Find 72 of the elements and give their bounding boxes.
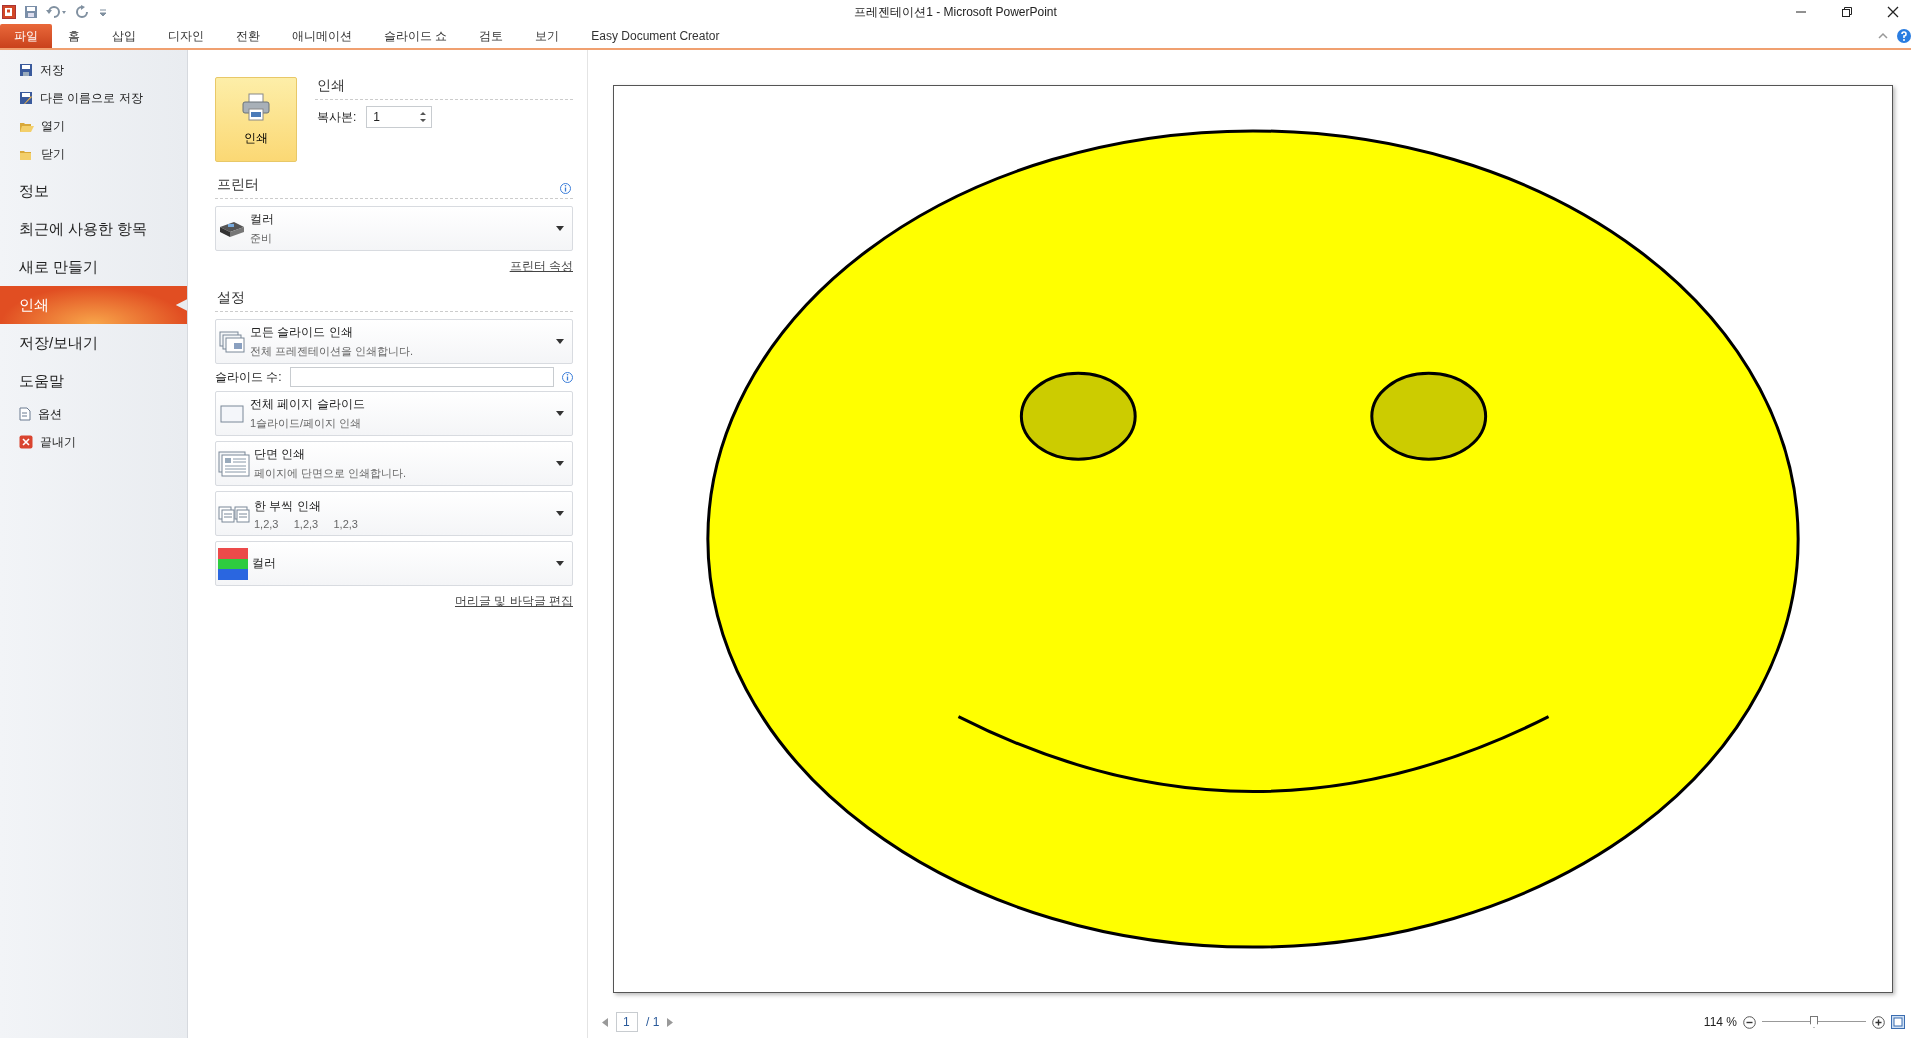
backstage-tab[interactable]: 정보 bbox=[0, 172, 187, 210]
close-icon[interactable] bbox=[1887, 6, 1899, 18]
slides-field[interactable] bbox=[289, 367, 554, 387]
ribbon-tab[interactable]: 검토 bbox=[463, 24, 520, 48]
section-heading: 프린터 bbox=[217, 176, 259, 194]
printer-icon bbox=[241, 92, 271, 122]
ribbon-tab[interactable]: 삽입 bbox=[96, 24, 152, 48]
zoom-in-icon[interactable] bbox=[1872, 1015, 1885, 1029]
page-total: / 1 bbox=[646, 1015, 660, 1029]
copies-label: 복사본: bbox=[317, 108, 357, 126]
ribbon-tab[interactable]: 애니메이션 bbox=[276, 24, 368, 48]
ribbon-tab[interactable]: 디자인 bbox=[152, 24, 220, 48]
ribbon-tab[interactable]: 파일 bbox=[0, 24, 52, 48]
menu-command[interactable]: 끝내기 bbox=[0, 428, 187, 456]
zoom-thumb[interactable] bbox=[1810, 1016, 1818, 1028]
print-button[interactable]: 인쇄 bbox=[215, 77, 297, 162]
restore-icon[interactable] bbox=[1841, 6, 1853, 18]
caret-icon bbox=[556, 339, 564, 344]
previous-page-icon[interactable] bbox=[602, 1017, 608, 1027]
backstage-tab[interactable]: 저장/보내기 bbox=[0, 324, 187, 362]
help-icon[interactable] bbox=[1897, 29, 1911, 43]
pages-icon bbox=[218, 450, 250, 477]
fit-to-window-icon[interactable] bbox=[1891, 1015, 1905, 1029]
settings-dropdown[interactable]: 단면 인쇄 페이지에 단면으로 인쇄합니다. bbox=[215, 441, 573, 486]
ribbon-tab[interactable]: 홈 bbox=[52, 24, 96, 48]
save-icon[interactable] bbox=[24, 5, 38, 19]
caret-icon bbox=[556, 411, 564, 416]
menu-command[interactable]: 닫기 bbox=[0, 140, 187, 168]
slides-stack-icon bbox=[218, 329, 246, 354]
zoom-out-icon[interactable] bbox=[1743, 1015, 1756, 1029]
backstage-tab[interactable]: 최근에 사용한 항목 bbox=[0, 210, 187, 248]
caret-icon bbox=[556, 511, 564, 516]
settings-dropdown[interactable]: 모든 슬라이드 인쇄 전체 프레젠테이션을 인쇄합니다. bbox=[215, 319, 573, 364]
page-number-field[interactable]: 1 bbox=[616, 1012, 638, 1032]
menu-command[interactable]: 저장 bbox=[0, 56, 187, 84]
copies-field[interactable]: 1 bbox=[366, 106, 433, 128]
spinner-icon[interactable] bbox=[419, 110, 428, 124]
collapse-ribbon-icon[interactable] bbox=[1877, 31, 1889, 41]
menu-command[interactable]: 열기 bbox=[0, 112, 187, 140]
settings-dropdown[interactable]: 전체 페이지 슬라이드 1슬라이드/페이지 인쇄 bbox=[215, 391, 573, 436]
floppy-pencil-icon bbox=[19, 91, 33, 105]
window-title: 프레젠테이션1 - Microsoft PowerPoint bbox=[854, 4, 1057, 21]
header-footer-link[interactable]: 머리글 및 바닥글 편집 bbox=[455, 593, 573, 610]
ribbon-tab[interactable]: 슬라이드 쇼 bbox=[368, 24, 464, 48]
settings-dropdown[interactable]: 컬러 bbox=[215, 541, 573, 586]
printer-dropdown[interactable]: 컬러 준비 bbox=[215, 206, 573, 251]
ribbon-tab[interactable]: 전환 bbox=[220, 24, 276, 48]
printer-properties-link[interactable]: 프린터 속성 bbox=[509, 258, 573, 275]
zoom-level: 114 % bbox=[1703, 1015, 1737, 1029]
caret-icon bbox=[556, 226, 564, 231]
section-heading: 설정 bbox=[217, 289, 245, 307]
backstage-tab[interactable]: 도움말 bbox=[0, 362, 187, 400]
color-swatch-icon bbox=[218, 547, 248, 580]
redo-icon[interactable] bbox=[76, 5, 90, 19]
slides-label: 슬라이드 수: bbox=[215, 368, 282, 386]
undo-icon[interactable] bbox=[46, 5, 68, 19]
ribbon-tab[interactable]: 보기 bbox=[519, 24, 576, 48]
powerpoint-icon[interactable] bbox=[2, 5, 16, 19]
settings-dropdown[interactable]: 한 부씩 인쇄 1,2,3 1,2,3 1,2,3 bbox=[215, 491, 573, 536]
caret-icon bbox=[556, 461, 564, 466]
section-heading: 인쇄 bbox=[315, 77, 573, 100]
ribbon-tab[interactable]: Easy Document Creator bbox=[575, 24, 736, 48]
info-icon[interactable] bbox=[562, 371, 573, 383]
collated-pages-icon bbox=[218, 504, 250, 523]
caret-icon bbox=[556, 561, 564, 566]
backstage-tab[interactable]: 새로 만들기 bbox=[0, 248, 187, 286]
document-icon bbox=[19, 407, 31, 421]
close-icon bbox=[19, 435, 33, 449]
menu-command[interactable]: 다른 이름으로 저장 bbox=[0, 84, 187, 112]
menu-command[interactable]: 옵션 bbox=[0, 400, 187, 428]
info-icon[interactable] bbox=[560, 183, 571, 194]
next-page-icon[interactable] bbox=[667, 1017, 674, 1027]
